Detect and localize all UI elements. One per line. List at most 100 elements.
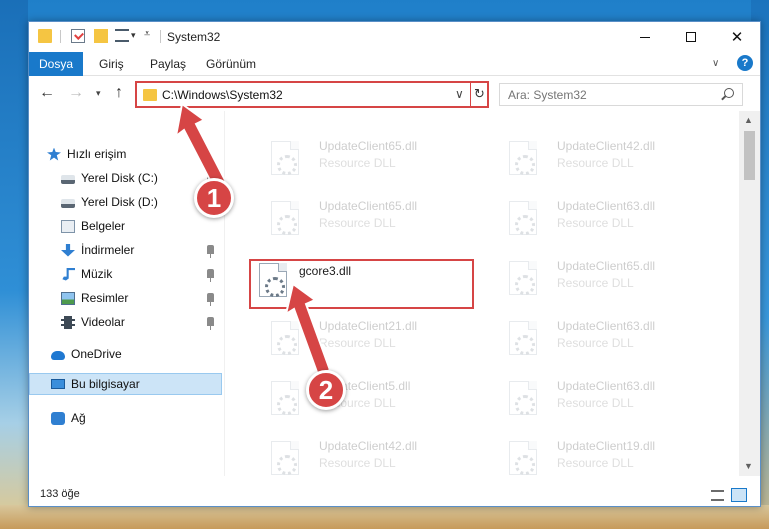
file-item[interactable]: UpdateClient65.dll Resource DLL <box>249 195 474 245</box>
recent-locations-icon[interactable]: ▾ <box>96 88 101 99</box>
search-box[interactable] <box>499 83 743 106</box>
file-item[interactable]: UpdateClient5.dll Resource DLL <box>249 375 474 425</box>
music-icon <box>62 267 75 281</box>
file-item[interactable]: UpdateClient65.dll Resource DLL <box>249 135 474 185</box>
file-type: Resource DLL <box>557 396 634 410</box>
scroll-up-icon[interactable]: ▲ <box>744 115 753 125</box>
pin-icon[interactable] <box>207 245 214 258</box>
tab-home[interactable]: Giriş <box>99 57 124 71</box>
tab-file[interactable]: Dosya <box>29 52 83 76</box>
refresh-icon[interactable]: ↻ <box>474 86 485 102</box>
status-bar: 133 öğe <box>29 485 760 506</box>
sidebar-item-label: Belgeler <box>81 219 126 233</box>
up-button[interactable]: ↑ <box>115 84 123 102</box>
minimize-icon <box>640 36 650 38</box>
file-type: Resource DLL <box>319 336 396 350</box>
file-name: UpdateClient42.dll <box>557 139 656 153</box>
tab-share[interactable]: Paylaş <box>150 57 186 71</box>
address-bar[interactable]: ∨ ↻ <box>135 81 489 108</box>
dll-file-icon <box>271 441 299 475</box>
pin-icon[interactable] <box>207 317 214 330</box>
file-type: Resource DLL <box>557 336 634 350</box>
dll-file-icon <box>259 263 287 297</box>
title-separator <box>160 30 161 43</box>
callout-badge-1: 1 <box>194 178 234 218</box>
sidebar-item-label: Yerel Disk (C:) <box>81 171 158 185</box>
file-item-highlighted[interactable]: gcore3.dll <box>249 259 474 309</box>
address-input[interactable] <box>162 87 452 103</box>
sidebar-item-label: İndirmeler <box>81 243 135 257</box>
callout-badge-2: 2 <box>306 370 346 410</box>
properties-icon[interactable] <box>71 29 85 43</box>
address-divider <box>470 83 471 106</box>
item-count: 133 öğe <box>40 488 80 500</box>
dll-file-icon <box>509 201 537 235</box>
tab-view[interactable]: Görünüm <box>206 57 256 71</box>
file-item[interactable]: UpdateClient63.dll Resource DLL <box>487 195 712 245</box>
dll-file-icon <box>509 381 537 415</box>
folder-icon <box>38 29 52 43</box>
back-button[interactable]: ← <box>39 84 55 102</box>
navigation-bar: ← → ▾ ↑ ∨ ↻ <box>29 77 760 111</box>
file-item[interactable]: UpdateClient63.dll Resource DLL <box>487 375 712 425</box>
expand-ribbon-icon[interactable]: ∨ <box>712 58 719 69</box>
sidebar-item-label: Müzik <box>81 267 113 281</box>
chevron-down-icon[interactable]: ▾ <box>131 30 136 41</box>
file-name: UpdateClient63.dll <box>557 319 656 333</box>
pin-icon[interactable] <box>207 293 214 306</box>
ribbon-tabs: Dosya Giriş Paylaş Görünüm ∨ ? <box>29 52 760 76</box>
file-item[interactable]: UpdateClient42.dll Resource DLL <box>487 135 712 185</box>
drive-icon <box>61 174 75 184</box>
sidebar-item-videos[interactable]: Videolar <box>61 311 224 333</box>
sidebar-item-documents[interactable]: Belgeler <box>61 215 224 237</box>
toolbar-separator <box>60 30 61 43</box>
sidebar-item-quick-access[interactable]: Hızlı erişim <box>47 143 224 165</box>
file-item[interactable]: UpdateClient21.dll Resource DLL <box>249 315 474 365</box>
sidebar-item-label: OneDrive <box>71 347 122 361</box>
file-name: UpdateClient65.dll <box>319 199 418 213</box>
search-icon <box>724 88 734 98</box>
file-item[interactable]: UpdateClient65.dll Resource DLL <box>487 255 712 305</box>
close-button[interactable]: ✕ <box>714 22 760 52</box>
view-options-icon[interactable] <box>115 29 129 42</box>
dll-file-icon <box>509 321 537 355</box>
maximize-button[interactable] <box>668 22 714 52</box>
chevron-down-icon[interactable]: ∨ <box>455 87 464 101</box>
vertical-scrollbar[interactable]: ▲ ▼ <box>739 111 760 476</box>
file-name: UpdateClient63.dll <box>557 379 656 393</box>
file-name: UpdateClient21.dll <box>319 319 418 333</box>
sidebar-item-onedrive[interactable]: OneDrive <box>51 343 224 365</box>
minimize-button[interactable] <box>622 22 668 52</box>
download-icon <box>61 243 75 257</box>
sidebar-item-this-pc[interactable]: Bu bilgisayar <box>29 373 222 395</box>
sidebar-item-music[interactable]: Müzik <box>61 263 224 285</box>
file-list: UpdateClient65.dll Resource DLL UpdateCl… <box>225 111 739 476</box>
scroll-down-icon[interactable]: ▼ <box>744 461 753 471</box>
file-type: Resource DLL <box>557 156 634 170</box>
pin-icon[interactable] <box>207 269 214 282</box>
dll-file-icon <box>271 381 299 415</box>
sidebar-item-label: Videolar <box>81 315 125 329</box>
details-view-icon[interactable] <box>711 490 724 501</box>
sidebar-item-pictures[interactable]: Resimler <box>61 287 224 309</box>
file-type: Resource DLL <box>557 456 634 470</box>
dll-file-icon <box>509 441 537 475</box>
window-title: System32 <box>167 30 221 44</box>
customize-toolbar-icon[interactable]: ⩡ <box>144 28 150 41</box>
tiles-view-icon[interactable] <box>731 488 747 502</box>
documents-icon <box>61 219 75 233</box>
file-item[interactable]: UpdateClient63.dll Resource DLL <box>487 315 712 365</box>
sidebar-item-label: Ağ <box>71 411 86 425</box>
navigation-pane: Hızlı erişim Yerel Disk (C:) Yerel Disk … <box>29 111 224 476</box>
file-item[interactable]: UpdateClient42.dll Resource DLL <box>249 435 474 476</box>
scroll-thumb[interactable] <box>744 131 755 180</box>
sidebar-item-downloads[interactable]: İndirmeler <box>61 239 224 261</box>
search-input[interactable] <box>508 87 718 102</box>
file-item[interactable]: UpdateClient19.dll Resource DLL <box>487 435 712 476</box>
desktop-wallpaper-left <box>0 0 28 529</box>
new-folder-icon[interactable] <box>94 29 108 43</box>
forward-button[interactable]: → <box>68 84 84 102</box>
star-icon <box>47 147 61 161</box>
sidebar-item-network[interactable]: Ağ <box>51 407 224 429</box>
help-icon[interactable]: ? <box>737 55 753 71</box>
